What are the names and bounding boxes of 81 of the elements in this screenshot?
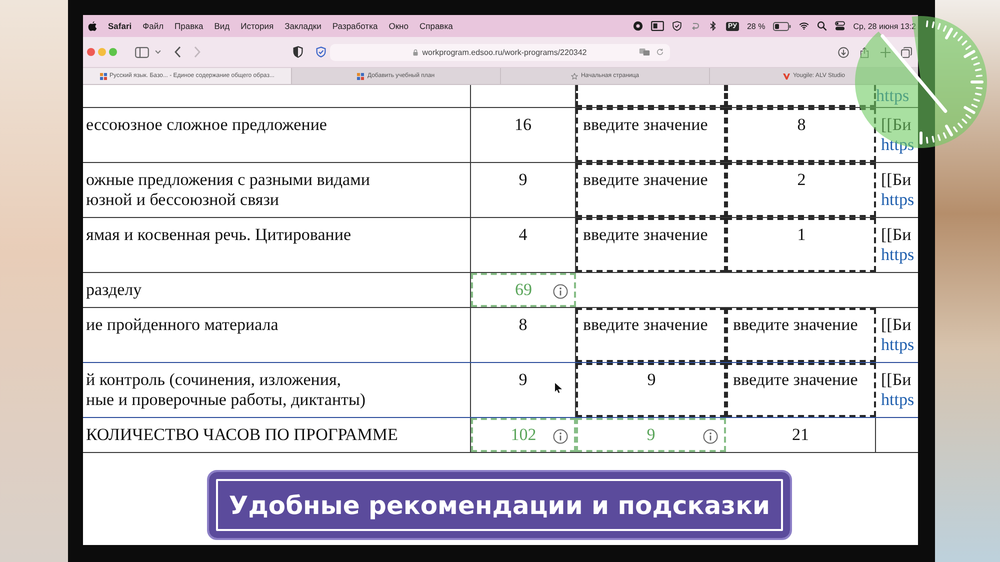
address-field[interactable]: workprogram.edsoo.ru/work-programs/220342 [330,44,670,60]
topic-text: ие пройденного материала [86,315,280,335]
shield-check-icon[interactable] [316,46,326,58]
resource-link[interactable]: https [881,245,914,265]
topic-text: разделу [86,280,143,300]
input-field[interactable]: 8 [726,108,876,162]
battery-percent: 28 % [746,22,766,30]
half-shield-icon[interactable] [293,46,303,58]
resource-text: [[Би [881,315,912,335]
menu-item[interactable]: Закладки [284,21,322,31]
hours-value: 21 [792,425,809,444]
input-field[interactable]: введите значение [576,108,726,162]
wifi-icon[interactable] [799,21,810,31]
input-field[interactable]: 1 [726,218,876,272]
input-field[interactable]: введите значение [726,308,876,362]
caption-text: Удобные рекомендации и подсказки [228,490,770,520]
resource-link[interactable]: https [881,190,914,210]
close-icon[interactable] [87,48,95,56]
menu-item[interactable]: Разработка [332,21,378,31]
translate-icon[interactable] [639,48,650,56]
input-field[interactable]: введите значение [576,308,726,362]
input-field[interactable]: введите значение [576,163,726,217]
topic-text: ожные предложения с разными видами юзной и бессоюзной связи [86,170,371,210]
sidebar-icon[interactable] [135,46,149,58]
menu-item[interactable]: Вид [214,21,230,31]
favicon-icon [357,72,364,80]
input-field[interactable]: введите значение [726,363,876,417]
input-field[interactable]: 9 [576,363,726,417]
hours-value: 8 [518,315,528,334]
reload-icon[interactable] [656,48,664,56]
battery-icon[interactable] [773,22,792,30]
resource-link[interactable]: https [881,335,914,355]
input-field[interactable] [576,85,726,107]
plus-icon[interactable] [880,46,891,58]
resource-link[interactable]: https [881,390,914,410]
input-field[interactable]: 2 [726,163,876,217]
topic-text: КОЛИЧЕСТВО ЧАСОВ ПО ПРОГРАММЕ [86,425,399,445]
record-icon[interactable] [633,21,644,31]
apple-icon[interactable] [88,20,97,32]
resource-link[interactable]: https [881,135,914,155]
menu-item[interactable]: Окно [388,21,408,31]
hours-value: 9 [518,170,528,189]
menu-item[interactable]: История [240,21,274,31]
resource-text: [[Би [881,115,912,135]
menu-item[interactable]: Справка [419,21,453,31]
input-field[interactable]: введите значение [576,218,726,272]
url-text: workprogram.edsoo.ru/work-programs/220342 [422,48,587,56]
favicon-icon [100,72,107,80]
hours-value: 4 [518,225,528,244]
bluetooth-icon[interactable] [708,21,718,31]
caret-icon[interactable] [155,50,161,54]
total-value: 69 [515,280,532,300]
download-icon[interactable] [838,46,849,58]
resource-text: [[Би [881,225,912,245]
star-icon [570,72,578,80]
topic-text: й контроль (сочинения, изложения, ные и проверочные работы, диктанты) [86,370,367,410]
input-field[interactable] [726,85,876,107]
hours-value: 16 [514,115,532,134]
display-icon[interactable] [651,21,664,31]
resource-text: [[Би [881,370,912,390]
tabs-overview-icon[interactable] [901,46,912,58]
hours-value: 9 [518,370,528,389]
total-value: 102 [510,425,536,445]
app-menu[interactable]: Safari [108,21,132,31]
menu-item[interactable]: Правка [174,21,204,31]
resource-text: [[Би [881,170,912,190]
lock-icon [413,48,418,56]
date-time[interactable]: Ср, 28 июня 13:2 [853,22,916,30]
shield-check-icon[interactable] [672,21,682,31]
total-value: 9 [646,425,656,445]
search-icon[interactable] [817,21,828,31]
share-icon[interactable] [859,46,870,58]
info-icon[interactable] [703,429,718,444]
control-center-icon[interactable] [835,21,846,31]
info-icon[interactable] [553,284,568,299]
topic-text: ессоюзное сложное предложение [86,115,328,135]
menu-item[interactable]: Файл [142,21,164,31]
topic-text: ямая и косвенная речь. Цитирование [86,225,352,245]
back-icon[interactable] [174,46,181,58]
favicon-icon [782,72,790,80]
info-icon[interactable] [553,429,568,444]
